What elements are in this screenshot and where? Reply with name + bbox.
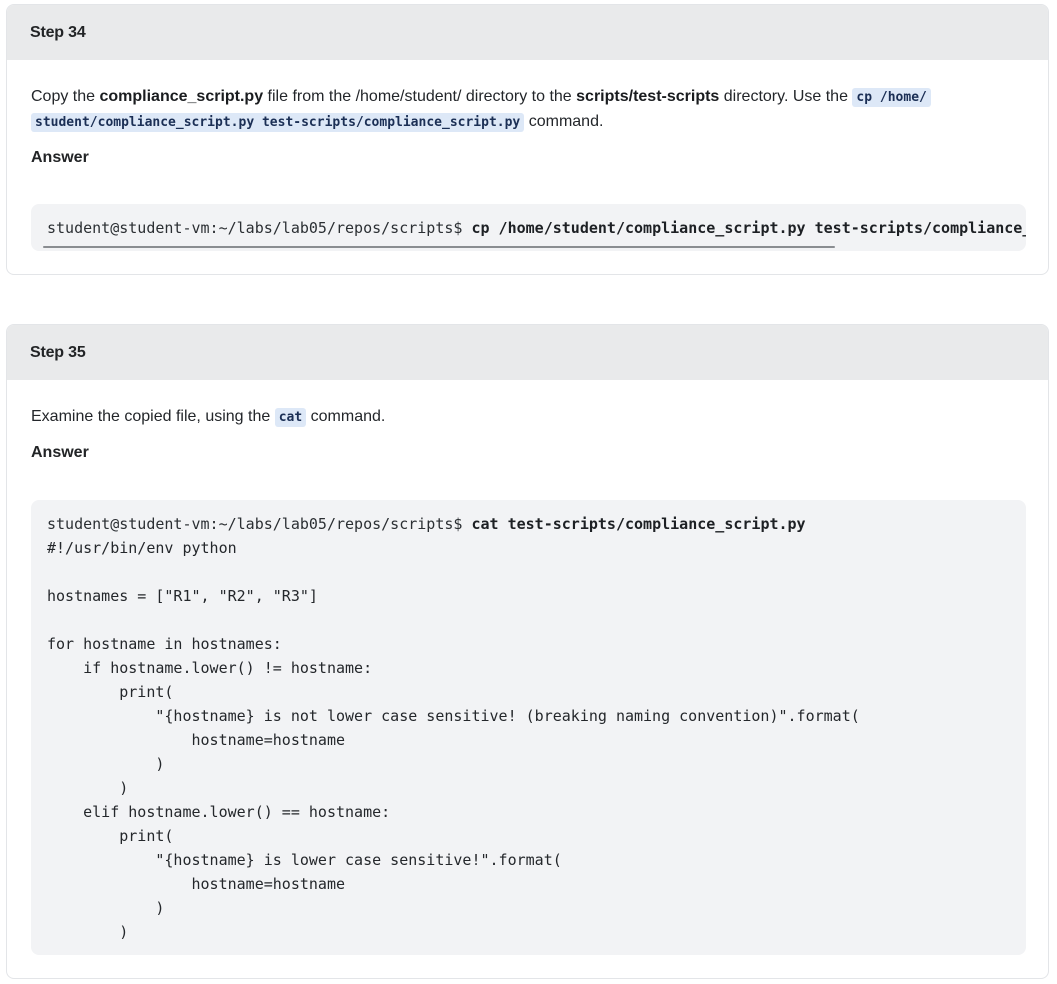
horizontal-scrollbar[interactable] [43,246,835,248]
step-35-terminal-output[interactable]: student@student-vm:~/labs/lab05/repos/sc… [31,500,1026,955]
step-34-body: Copy the compliance_script.py file from … [7,85,1048,167]
terminal-command: cat test-scripts/compliance_script.py [471,515,806,533]
terminal-command: cp /home/student/compliance_script.py te… [471,219,1026,237]
step-35-instruction: Examine the copied file, using the cat c… [31,405,1024,430]
terminal-file-contents: #!/usr/bin/env python hostnames = ["R1",… [47,539,860,941]
step-35-card: Step 35 Examine the copied file, using t… [6,324,1049,979]
terminal-prompt: student@student-vm:~/labs/lab05/repos/sc… [47,219,472,237]
instruction-text: file from the /home/student/ directory t… [263,88,577,105]
inline-code-cp-command: cp /home/ [852,88,931,107]
step-34-title: Step 34 [7,5,1048,60]
inline-code-cp-command-cont: student/compliance_script.py test-script… [31,113,525,132]
instruction-text: Copy the [31,88,100,105]
step-35-body: Examine the copied file, using the cat c… [7,405,1048,462]
terminal-prompt: student@student-vm:~/labs/lab05/repos/sc… [47,515,472,533]
instruction-filename: compliance_script.py [99,88,264,105]
step-34-answer-label: Answer [31,149,89,166]
instruction-directory: scripts/test-scripts [576,88,720,105]
step-34-instruction: Copy the compliance_script.py file from … [31,85,1024,135]
step-35-title: Step 35 [7,325,1048,380]
step-34-terminal-output[interactable]: student@student-vm:~/labs/lab05/repos/sc… [31,204,1026,251]
step-35-answer-label: Answer [31,444,89,461]
instruction-text: directory. Use the [719,88,853,105]
inline-code-cat-command: cat [274,408,307,427]
instruction-text: command. [524,113,604,130]
step-34-card: Step 34 Copy the compliance_script.py fi… [6,4,1049,275]
instruction-text: command. [306,408,386,425]
instruction-text: Examine the copied file, using the [31,408,275,425]
